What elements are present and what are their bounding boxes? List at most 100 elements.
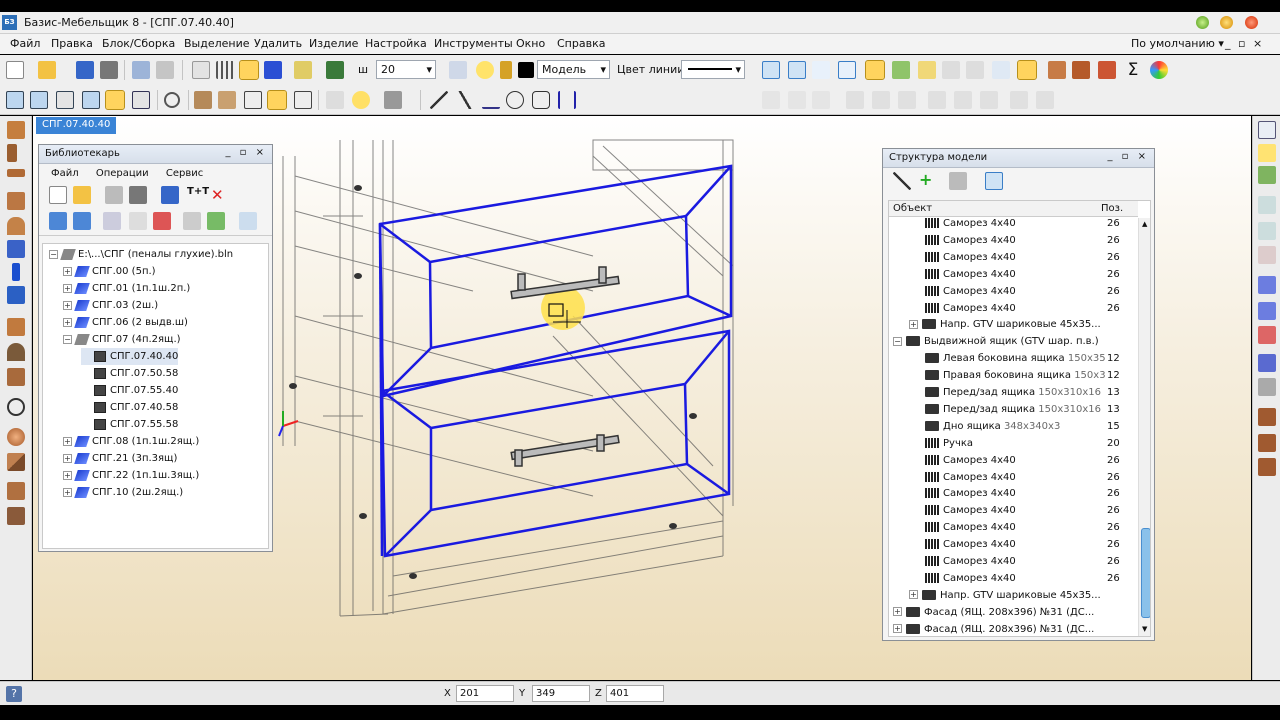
menu-delete[interactable]: Удалить	[254, 37, 302, 50]
librarian-tree-item[interactable]: + СПГ.01 (1п.1ш.2п.)	[63, 280, 190, 297]
sphere-icon[interactable]	[7, 428, 25, 446]
transparent-icon[interactable]	[267, 90, 287, 110]
preset-dropdown[interactable]: По умолчанию ▾	[1131, 37, 1224, 50]
librarian-tree-item[interactable]: − СПГ.07 (4п.2ящ.)	[63, 331, 181, 348]
render-mode-icon[interactable]	[865, 60, 885, 80]
col-pos[interactable]: Поз.	[1101, 203, 1123, 214]
timer-icon[interactable]	[7, 398, 25, 416]
structure-scrollbar[interactable]: ▲ ▼	[1138, 218, 1150, 636]
lib-new-icon[interactable]	[49, 186, 67, 204]
y-coordinate[interactable]: 349	[532, 685, 590, 702]
block-icon[interactable]	[1036, 91, 1054, 109]
structure-row[interactable]: Саморез 4х40 26	[889, 485, 1138, 502]
outline-icon[interactable]	[294, 91, 312, 109]
expand-toggle-icon[interactable]: +	[63, 470, 72, 480]
bend-icon[interactable]	[7, 368, 25, 386]
lib-group-icon[interactable]	[153, 212, 171, 230]
bulb-icon[interactable]	[476, 61, 494, 79]
librarian-tree-item[interactable]: СПГ.07.55.40	[81, 382, 178, 399]
structure-row[interactable]: Саморез 4х40 26	[889, 519, 1138, 536]
zoom-window-icon[interactable]	[762, 61, 780, 79]
expand-toggle-icon[interactable]: −	[49, 249, 58, 259]
ruler-icon[interactable]	[294, 61, 312, 79]
camera-icon[interactable]	[326, 91, 344, 109]
wireframe-view-icon[interactable]	[105, 90, 125, 110]
panel-add2-icon[interactable]	[1258, 302, 1276, 320]
distribute-icon[interactable]	[928, 91, 946, 109]
layers-icon[interactable]	[1258, 166, 1276, 184]
expand-toggle-icon[interactable]: +	[63, 436, 72, 446]
cut-icon[interactable]	[7, 286, 25, 304]
librarian-tree-item[interactable]: + СПГ.03 (2ш.)	[63, 297, 158, 314]
stack-icon[interactable]	[7, 507, 25, 525]
hidden-lines-icon[interactable]	[244, 91, 262, 109]
expand-toggle-icon[interactable]: −	[63, 334, 72, 344]
structure-scroll-thumb[interactable]	[1141, 528, 1150, 618]
z-coordinate[interactable]: 401	[606, 685, 664, 702]
lib-preview-icon[interactable]	[239, 212, 257, 230]
structure-row[interactable]: Саморез 4х40 26	[889, 452, 1138, 469]
lib-menu-service[interactable]: Сервис	[166, 168, 203, 179]
redo-icon[interactable]	[156, 61, 174, 79]
add-node-icon[interactable]: +	[919, 172, 937, 190]
light-icon[interactable]	[352, 91, 370, 109]
report-icon[interactable]	[966, 61, 984, 79]
librarian-tree-item[interactable]: СПГ.07.50.58	[81, 365, 178, 382]
lib-sort-icon[interactable]	[183, 212, 201, 230]
librarian-window-controls[interactable]: _ ▫ ×	[225, 147, 267, 158]
expand-toggle-icon[interactable]: +	[63, 283, 72, 293]
find-icon[interactable]	[985, 172, 1003, 190]
expand-toggle-icon[interactable]: +	[63, 487, 72, 497]
help-icon[interactable]: ?	[6, 686, 22, 702]
librarian-tree-item[interactable]: + СПГ.10 (2ш.2ящ.)	[63, 484, 183, 501]
properties-icon[interactable]	[1258, 121, 1276, 139]
edit-pen-icon[interactable]	[892, 61, 910, 79]
expand-toggle-icon[interactable]: +	[909, 590, 918, 600]
menu-selection[interactable]: Выделение	[184, 37, 250, 50]
snap-end-icon[interactable]	[762, 91, 780, 109]
profile-icon[interactable]	[7, 318, 25, 336]
snap-mid-icon[interactable]	[788, 91, 806, 109]
structure-row[interactable]: Правая боковина ящика 150х3 12	[889, 367, 1138, 384]
structure-row[interactable]: Саморез 4х40 26	[889, 215, 1138, 232]
structure-row[interactable]: + Напр. GTV шариковые 45х35...	[889, 316, 1138, 333]
cabinet-icon[interactable]	[1072, 61, 1090, 79]
box-view-icon[interactable]	[30, 91, 48, 109]
menu-help[interactable]: Справка	[557, 37, 605, 50]
librarian-tree-item[interactable]: + СПГ.06 (2 выдв.ш)	[63, 314, 188, 331]
undo-icon[interactable]	[132, 61, 150, 79]
line-tool-icon[interactable]	[430, 91, 448, 109]
lock-icon[interactable]	[500, 61, 512, 79]
box-gray-icon[interactable]	[1258, 378, 1276, 396]
side-view-icon[interactable]	[56, 91, 74, 109]
palette-icon[interactable]	[1150, 61, 1168, 79]
tools-icon[interactable]	[949, 172, 967, 190]
structure-row[interactable]: Перед/зад ящика 150х310х16 13	[889, 401, 1138, 418]
menu-edit[interactable]: Правка	[51, 37, 93, 50]
clock-icon[interactable]	[942, 61, 960, 79]
color-swatch-icon[interactable]	[518, 62, 534, 78]
expand-toggle-icon[interactable]: +	[893, 607, 902, 617]
extrude-icon[interactable]	[7, 482, 25, 500]
librarian-tree-item[interactable]: СПГ.07.55.58	[81, 416, 178, 433]
expand-toggle-icon[interactable]: +	[63, 453, 72, 463]
save-icon[interactable]	[76, 61, 94, 79]
menu-block[interactable]: Блок/Сборка	[102, 37, 175, 50]
line-style-select[interactable]: ▾	[681, 60, 745, 79]
front-view-icon[interactable]	[6, 91, 24, 109]
x-coordinate[interactable]: 201	[456, 685, 514, 702]
dimension-tool-icon[interactable]	[482, 91, 500, 109]
lib-view-icon[interactable]	[103, 212, 121, 230]
menu-tools[interactable]: Инструменты	[434, 37, 513, 50]
structure-row[interactable]: Перед/зад ящика 150х310х16 13	[889, 384, 1138, 401]
lib-up-icon[interactable]	[49, 212, 67, 230]
structure-row[interactable]: Саморез 4х40 26	[889, 502, 1138, 519]
structure-row[interactable]: Саморез 4х40 26	[889, 553, 1138, 570]
circle-tool-icon[interactable]	[506, 91, 524, 109]
arch-icon[interactable]	[7, 343, 25, 361]
magnet-icon[interactable]	[264, 61, 282, 79]
hole-icon[interactable]	[7, 240, 25, 258]
box-blue-icon[interactable]	[1258, 354, 1276, 372]
frontal-panel-icon[interactable]	[7, 192, 25, 210]
layer-select[interactable]: Модель ▾	[537, 60, 610, 79]
